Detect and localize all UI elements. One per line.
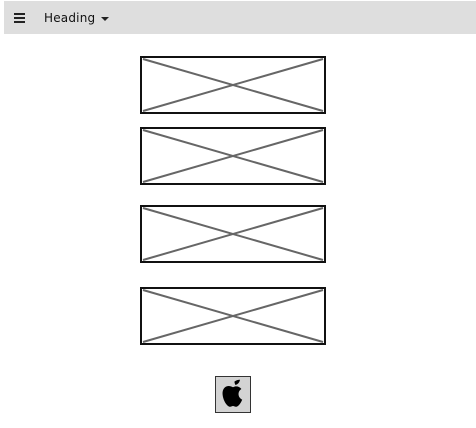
caret-down-icon xyxy=(101,17,110,21)
image-placeholder-icon xyxy=(140,56,326,114)
image-placeholder-icon xyxy=(140,127,326,185)
heading-label: Heading xyxy=(44,11,96,25)
image-placeholder-4 xyxy=(140,287,326,345)
image-placeholder-icon xyxy=(140,205,326,263)
image-placeholder-2 xyxy=(140,127,326,185)
apple-logo-button[interactable] xyxy=(215,376,251,413)
image-placeholder-icon xyxy=(140,287,326,345)
image-placeholder-1 xyxy=(140,56,326,114)
top-bar: Heading xyxy=(4,1,476,34)
hamburger-menu-icon[interactable] xyxy=(14,12,25,23)
page: Heading xyxy=(0,0,476,428)
heading-dropdown[interactable]: Heading xyxy=(44,9,110,27)
apple-logo-icon xyxy=(222,379,243,407)
image-placeholder-3 xyxy=(140,205,326,263)
